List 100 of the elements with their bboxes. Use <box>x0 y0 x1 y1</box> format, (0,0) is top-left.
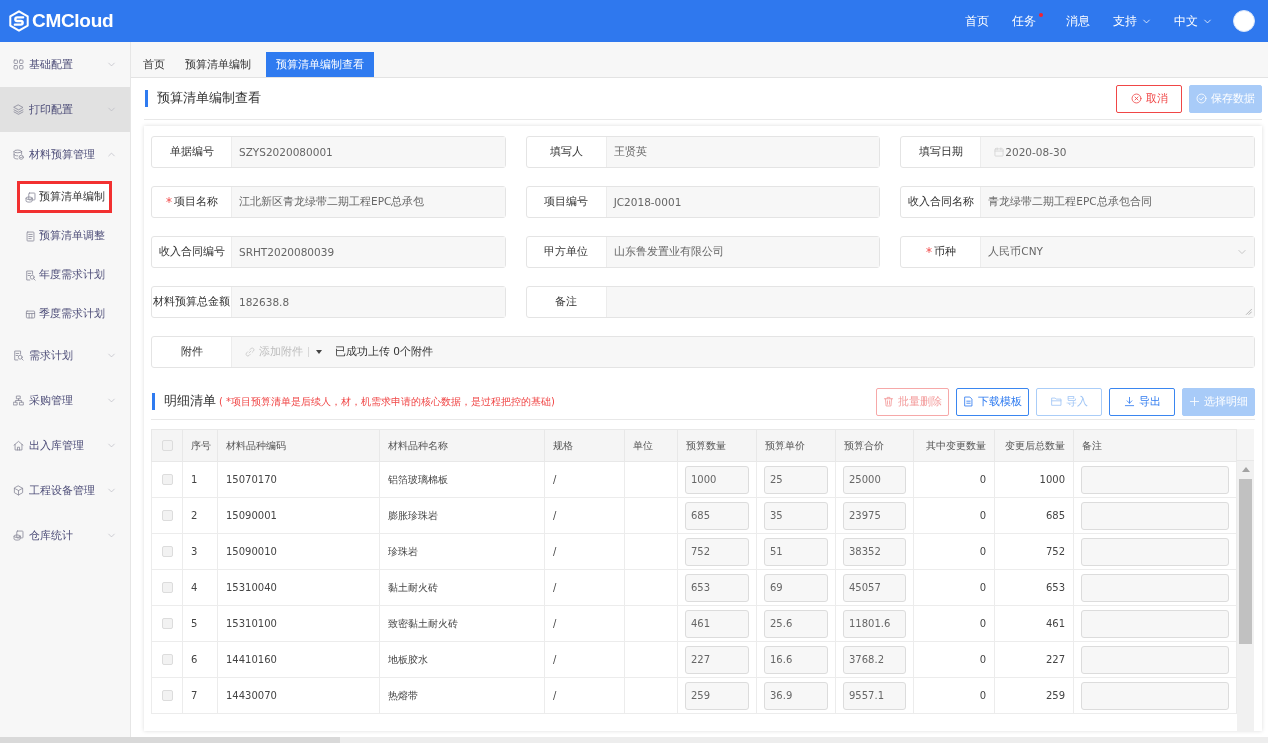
text-field[interactable]: 182638.8 <box>231 287 505 317</box>
sidebar-subitem[interactable]: 年度需求计划 <box>17 259 112 291</box>
amount-input[interactable]: 11801.6 <box>843 609 906 638</box>
table-cell: 1000 <box>994 461 1074 498</box>
logo-icon <box>8 10 30 32</box>
table-cell: 0 <box>913 461 995 498</box>
remark-input[interactable] <box>1081 501 1229 530</box>
download-template-button[interactable]: 下载模板 <box>956 387 1029 416</box>
row-checkbox[interactable] <box>161 618 173 630</box>
text-field[interactable]: SZYS2020080001 <box>231 137 505 167</box>
quantity-input[interactable]: 752 <box>685 537 749 566</box>
remark-input[interactable] <box>1081 465 1229 494</box>
download-icon <box>1123 396 1135 407</box>
field-label: 附件 <box>180 345 203 359</box>
table-cell: 珍珠岩 <box>379 533 545 570</box>
nav-link[interactable]: 中文 <box>1174 11 1212 31</box>
table-cell: 685 <box>994 497 1074 534</box>
remark-input[interactable] <box>1081 645 1229 674</box>
date-field[interactable]: 2020-08-30 <box>980 137 1254 167</box>
table-cell: 0 <box>913 605 995 642</box>
price-input[interactable]: 25.6 <box>764 609 828 638</box>
plus-icon <box>1189 396 1200 407</box>
quantity-input[interactable]: 461 <box>685 609 749 638</box>
amount-input[interactable]: 3768.2 <box>843 645 906 674</box>
field-label: 材料预算总金额 <box>153 295 230 309</box>
tab[interactable]: 预算清单编制 <box>177 52 259 77</box>
text-field[interactable]: 王贤英 <box>605 137 880 167</box>
row-checkbox[interactable] <box>161 690 173 702</box>
quantity-input[interactable]: 227 <box>685 645 749 674</box>
price-input[interactable]: 51 <box>764 537 828 566</box>
price-input[interactable]: 35 <box>764 501 828 530</box>
cancel-button[interactable]: 取消 <box>1116 84 1182 113</box>
field-label: 收入合同名称 <box>907 195 974 209</box>
sidebar-item[interactable]: 基础配置 <box>0 42 130 87</box>
column-header: 单位 <box>624 429 678 462</box>
amount-input[interactable]: 38352 <box>843 537 906 566</box>
row-checkbox[interactable] <box>161 546 173 558</box>
sidebar-item[interactable]: 材料预算管理 <box>0 132 130 177</box>
horizontal-scrollbar[interactable] <box>0 737 1268 743</box>
field-label: 甲方单位 <box>544 245 589 259</box>
remark-input[interactable] <box>1081 609 1229 638</box>
nav-link[interactable]: 支持 <box>1113 11 1151 31</box>
row-checkbox[interactable] <box>161 654 173 666</box>
row-checkbox[interactable] <box>161 510 173 522</box>
nav-link[interactable]: 消息 <box>1066 11 1090 31</box>
price-input[interactable]: 36.9 <box>764 681 828 710</box>
vertical-scrollbar[interactable] <box>1237 461 1254 731</box>
amount-input[interactable]: 23975 <box>843 501 906 530</box>
table-cell: 地板胶水 <box>379 641 545 678</box>
quantity-input[interactable]: 685 <box>685 501 749 530</box>
nav-link[interactable]: 首页 <box>965 11 989 31</box>
export-button[interactable]: 导出 <box>1109 387 1175 416</box>
column-header: 备注 <box>1073 429 1237 462</box>
sidebar-item[interactable]: 出入库管理 <box>0 423 130 468</box>
price-input[interactable]: 69 <box>764 573 828 602</box>
amount-input[interactable]: 25000 <box>843 465 906 494</box>
row-checkbox[interactable] <box>161 582 173 594</box>
table-cell: 膨胀珍珠岩 <box>379 497 545 534</box>
sidebar-item[interactable]: 仓库统计 <box>0 513 130 558</box>
price-input[interactable]: 25 <box>764 465 828 494</box>
sidebar-subitem[interactable]: 季度需求计划 <box>17 298 112 330</box>
row-checkbox[interactable] <box>161 474 173 486</box>
column-header: 序号 <box>182 429 218 462</box>
remark-input[interactable] <box>1081 681 1229 710</box>
remark-field[interactable] <box>605 287 1254 317</box>
column-header: 预算单价 <box>756 429 836 462</box>
select-all-checkbox[interactable] <box>161 440 173 452</box>
tab[interactable]: 首页 <box>135 52 173 77</box>
sidebar-item[interactable]: 需求计划 <box>0 333 130 378</box>
quantity-input[interactable]: 653 <box>685 573 749 602</box>
text-field[interactable]: JC2018-0001 <box>605 187 880 217</box>
logo-text: CMCloud <box>32 10 114 32</box>
sidebar-item[interactable]: 工程设备管理 <box>0 468 130 513</box>
select-field[interactable]: 人民币CNY <box>980 237 1254 267</box>
avatar-icon[interactable] <box>1233 10 1255 32</box>
link-icon <box>245 347 255 357</box>
house-icon <box>13 440 24 451</box>
quantity-input[interactable]: 1000 <box>685 465 749 494</box>
price-input[interactable]: 16.6 <box>764 645 828 674</box>
caret-down-icon[interactable] <box>315 348 323 356</box>
text-field[interactable]: 青龙绿带二期工程EPC总承包合同 <box>980 187 1254 217</box>
sidebar-subitem[interactable]: 预算清单调整 <box>17 220 112 252</box>
quantity-input[interactable]: 259 <box>685 681 749 710</box>
text-field[interactable]: SRHT2020080039 <box>231 237 505 267</box>
remark-input[interactable] <box>1081 573 1229 602</box>
check-circle-icon <box>1196 93 1207 104</box>
nav-link[interactable]: 任务 <box>1012 11 1043 31</box>
sidebar-subitem[interactable]: 预算清单编制 <box>17 181 112 213</box>
remark-input[interactable] <box>1081 537 1229 566</box>
resize-handle-icon <box>1243 306 1252 315</box>
column-header: 材料品种编码 <box>217 429 380 462</box>
sidebar-item[interactable]: 打印配置 <box>0 87 130 132</box>
table-cell: / <box>544 569 625 606</box>
sidebar-item[interactable]: 采购管理 <box>0 378 130 423</box>
column-header: 材料品种名称 <box>379 429 545 462</box>
tab[interactable]: 预算清单编制查看 <box>266 52 374 77</box>
text-field[interactable]: 江北新区青龙绿带二期工程EPC总承包 <box>231 187 505 217</box>
text-field[interactable]: 山东鲁发置业有限公司 <box>605 237 880 267</box>
amount-input[interactable]: 45057 <box>843 573 906 602</box>
amount-input[interactable]: 9557.1 <box>843 681 906 710</box>
